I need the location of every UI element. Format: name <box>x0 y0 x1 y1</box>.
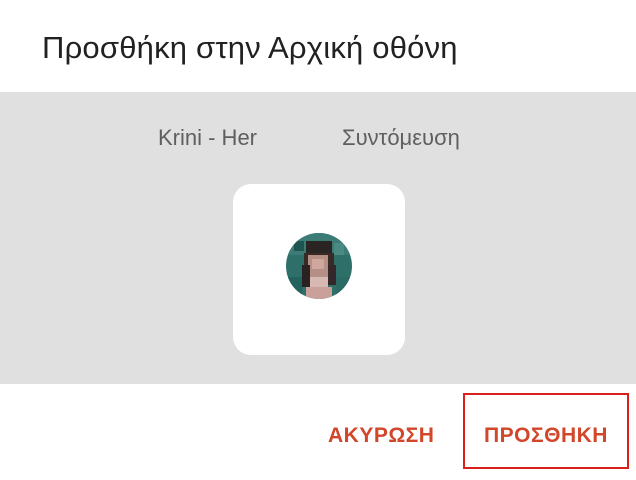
app-name-label: Krini - Her <box>158 125 258 150</box>
shortcut-type-label: Συντόμευση <box>342 125 460 150</box>
avatar-icon <box>286 233 352 299</box>
cancel-button[interactable]: ΑΚΥΡΩΣΗ <box>328 424 434 448</box>
dialog-title: Προσθήκη στην Αρχική οθόνη <box>42 30 458 65</box>
add-to-home-dialog: Προσθήκη στην Αρχική οθόνη Krini - Her Σ… <box>0 0 636 480</box>
add-button[interactable]: ΠΡΟΣΘΗΚΗ <box>484 424 608 448</box>
